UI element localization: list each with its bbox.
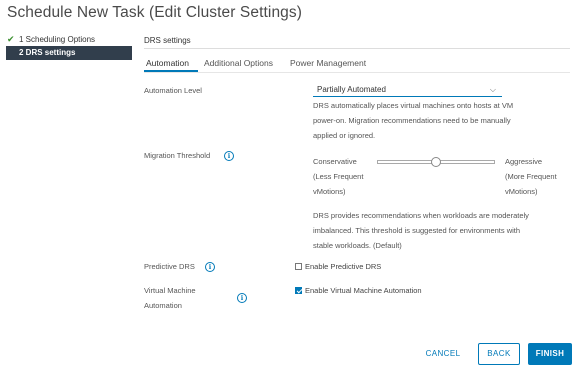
tab-additional-options[interactable]: Additional Options bbox=[204, 58, 273, 68]
description-line: stable workloads. (Default) bbox=[313, 241, 402, 250]
description-line: DRS automatically places virtual machine… bbox=[313, 101, 514, 110]
label-line: Virtual Machine bbox=[144, 286, 196, 295]
migration-threshold-label: Migration Threshold bbox=[144, 151, 211, 160]
threshold-left-line: vMotions) bbox=[313, 187, 346, 196]
info-icon[interactable]: i bbox=[224, 151, 234, 161]
threshold-right-line: Aggressive bbox=[505, 157, 543, 166]
info-icon[interactable]: i bbox=[237, 293, 247, 303]
vm-automation-label: Virtual Machine Automation bbox=[144, 283, 196, 313]
migration-threshold-slider-thumb[interactable] bbox=[431, 157, 441, 167]
tab-automation[interactable]: Automation bbox=[146, 58, 189, 68]
label-line: Automation bbox=[144, 301, 182, 310]
divider bbox=[144, 72, 570, 73]
page-title: Schedule New Task (Edit Cluster Settings… bbox=[7, 4, 302, 21]
predictive-drs-checkbox[interactable] bbox=[295, 262, 302, 270]
description-line: DRS provides recommendations when worklo… bbox=[313, 211, 529, 220]
chevron-down-icon: ⌵ bbox=[489, 85, 496, 94]
tab-power-management[interactable]: Power Management bbox=[290, 58, 366, 68]
step-label: 2 DRS settings bbox=[19, 48, 76, 57]
description-line: power-on. Migration recommendations need… bbox=[313, 116, 511, 125]
threshold-conservative-label: Conservative (Less Frequent vMotions) bbox=[313, 154, 363, 199]
step-label: 1 Scheduling Options bbox=[19, 35, 96, 44]
description-line: imbalanced. This threshold is suggested … bbox=[313, 226, 521, 235]
divider bbox=[144, 48, 570, 49]
predictive-drs-option[interactable]: Enable Predictive DRS bbox=[295, 261, 381, 272]
cancel-button[interactable]: CANCEL bbox=[420, 343, 466, 365]
finish-button[interactable]: FINISH bbox=[528, 343, 572, 365]
back-button[interactable]: BACK bbox=[478, 343, 520, 365]
checkbox-label: Enable Predictive DRS bbox=[305, 262, 382, 271]
step-scheduling-options[interactable]: ✔ 1 Scheduling Options bbox=[7, 34, 95, 45]
checkbox-label: Enable Virtual Machine Automation bbox=[305, 286, 422, 295]
migration-threshold-description: DRS provides recommendations when worklo… bbox=[313, 208, 529, 253]
threshold-right-line: (More Frequent bbox=[505, 172, 557, 181]
automation-level-select[interactable]: Partially Automated ⌵ bbox=[313, 84, 502, 97]
automation-level-label: Automation Level bbox=[144, 86, 202, 95]
step-drs-settings[interactable]: 2 DRS settings bbox=[6, 46, 132, 60]
automation-level-description: DRS automatically places virtual machine… bbox=[313, 98, 513, 143]
section-title: DRS settings bbox=[144, 36, 191, 45]
automation-level-value: Partially Automated bbox=[317, 85, 386, 94]
threshold-left-line: Conservative bbox=[313, 157, 357, 166]
vm-automation-option[interactable]: Enable Virtual Machine Automation bbox=[295, 285, 422, 296]
threshold-right-line: vMotions) bbox=[505, 187, 538, 196]
threshold-aggressive-label: Aggressive (More Frequent vMotions) bbox=[505, 154, 557, 199]
check-icon: ✔ bbox=[7, 34, 15, 44]
predictive-drs-label: Predictive DRS bbox=[144, 262, 195, 271]
vm-automation-checkbox[interactable] bbox=[295, 286, 302, 294]
info-icon[interactable]: i bbox=[205, 262, 215, 272]
description-line: applied or ignored. bbox=[313, 131, 376, 140]
threshold-left-line: (Less Frequent bbox=[313, 172, 364, 181]
